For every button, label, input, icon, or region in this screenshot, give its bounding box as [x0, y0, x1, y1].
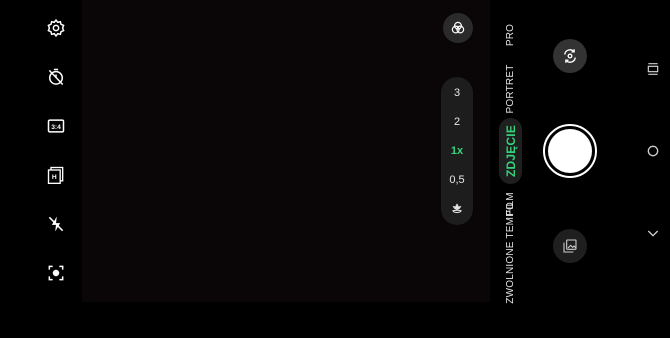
camera-viewfinder[interactable]	[82, 0, 490, 302]
shutter-inner	[548, 129, 592, 173]
zoom-selector: 3 2 1x 0,5	[441, 77, 473, 225]
gallery-button[interactable]	[553, 229, 587, 263]
flip-camera-icon	[564, 49, 576, 63]
mode-slow-motion[interactable]: ZWOLNIONE TEMPO	[504, 202, 518, 338]
zoom-3x-button[interactable]: 3	[441, 83, 473, 103]
gallery-icon	[563, 239, 577, 253]
hdr-icon[interactable]: H	[42, 161, 70, 189]
flip-camera-button[interactable]	[553, 39, 587, 73]
left-toolbar	[0, 0, 82, 302]
filters-icon	[451, 21, 465, 34]
home-icon[interactable]	[644, 142, 662, 160]
aspect-ratio-label: 3:4	[51, 124, 61, 131]
timer-off-icon[interactable]	[42, 63, 70, 91]
macro-button[interactable]	[441, 199, 473, 219]
zoom-1x-button[interactable]: 1x	[441, 141, 473, 161]
focus-scan-icon[interactable]	[42, 259, 70, 287]
mode-pro[interactable]: PRO	[504, 5, 518, 65]
filter-button[interactable]	[443, 13, 473, 43]
aspect-ratio-icon[interactable]: 3:4	[42, 112, 70, 140]
shutter-button[interactable]	[543, 124, 597, 178]
flower-icon	[452, 203, 462, 214]
flash-off-icon[interactable]	[42, 210, 70, 238]
recent-apps-icon[interactable]	[644, 60, 662, 78]
zoom-2x-button[interactable]: 2	[441, 112, 473, 132]
settings-icon[interactable]	[42, 14, 70, 42]
back-icon[interactable]	[644, 224, 662, 242]
zoom-05x-button[interactable]: 0,5	[441, 170, 473, 190]
hdr-label: H	[52, 174, 57, 181]
mode-portrait[interactable]: PORTRET	[504, 59, 518, 119]
